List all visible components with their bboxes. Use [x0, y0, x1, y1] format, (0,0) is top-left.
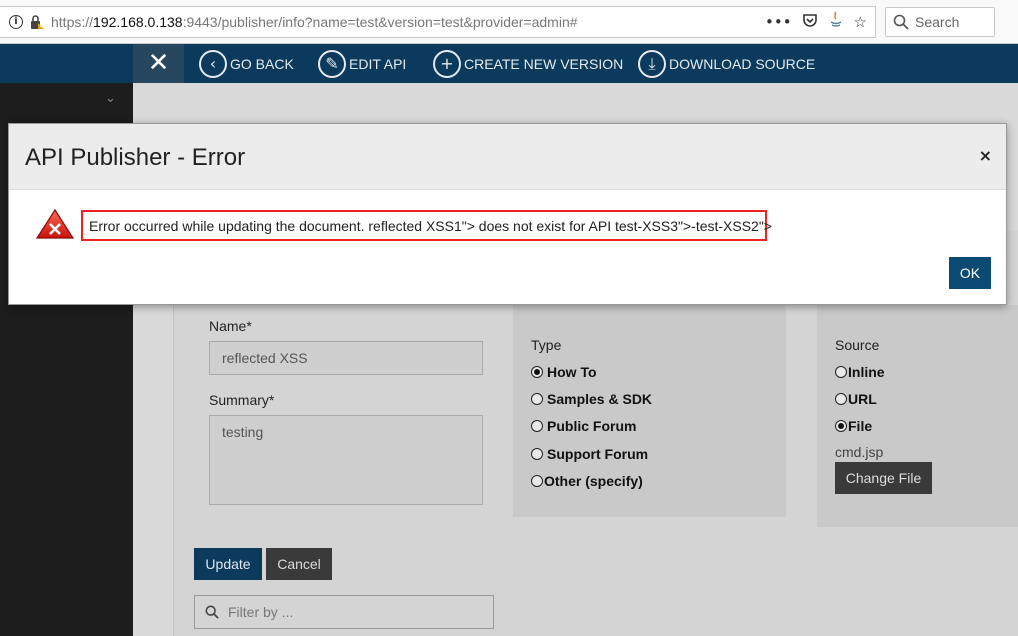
- edit-api-button[interactable]: ✎ EDIT API: [318, 44, 406, 83]
- radio-icon: [531, 393, 543, 405]
- error-modal: API Publisher - Error × Error occurred w…: [8, 123, 1007, 305]
- source-option-label: File: [848, 418, 873, 434]
- update-button[interactable]: Update: [194, 548, 262, 580]
- url-path: :9443/publisher/info?name=test&version=t…: [182, 14, 578, 30]
- pencil-circle-icon: ✎: [318, 49, 346, 78]
- file-name: cmd.jsp: [835, 444, 884, 460]
- search-icon: [205, 605, 219, 619]
- bookmark-star-icon[interactable]: ☆: [854, 13, 867, 31]
- type-option-other[interactable]: Other (specify): [531, 473, 643, 489]
- filter-input[interactable]: Filter by ...: [194, 595, 494, 629]
- type-option-support-forum[interactable]: Support Forum: [531, 446, 648, 462]
- download-source-label: DOWNLOAD SOURCE: [669, 55, 816, 72]
- source-option-url[interactable]: URL: [835, 391, 877, 407]
- change-file-button[interactable]: Change File: [835, 462, 932, 494]
- insecure-lock-icon[interactable]: [29, 14, 45, 30]
- type-label: Type: [531, 337, 562, 353]
- type-option-label: Samples & SDK: [547, 391, 653, 407]
- radio-checked-icon: [531, 366, 543, 378]
- url-bar[interactable]: i https://192.168.0.138:9443/publisher/i…: [0, 6, 876, 38]
- download-circle-icon: ⤓: [638, 49, 666, 78]
- source-option-inline[interactable]: Inline: [835, 364, 885, 380]
- error-message: Error occurred while updating the docume…: [81, 210, 772, 241]
- browser-search-box[interactable]: Search: [885, 7, 995, 37]
- app-header: ✕ ‹ GO BACK ✎ EDIT API + CREATE NEW VERS…: [0, 44, 1018, 83]
- source-option-label: URL: [848, 391, 877, 407]
- type-option-label: Other (specify): [544, 473, 643, 489]
- go-back-button[interactable]: ‹ GO BACK: [199, 44, 294, 83]
- radio-icon: [531, 448, 543, 460]
- search-label: Search: [915, 14, 960, 30]
- more-actions-icon[interactable]: •••: [765, 13, 792, 31]
- url-host: 192.168.0.138: [93, 14, 183, 30]
- modal-header: API Publisher - Error ×: [9, 124, 1006, 190]
- info-icon[interactable]: i: [9, 15, 23, 29]
- ok-button[interactable]: OK: [949, 257, 991, 289]
- edit-api-label: EDIT API: [349, 55, 407, 72]
- go-back-label: GO BACK: [230, 55, 294, 72]
- radio-icon: [531, 420, 543, 432]
- close-icon[interactable]: ×: [979, 146, 992, 165]
- browser-toolbar: i https://192.168.0.138:9443/publisher/i…: [0, 0, 1018, 44]
- radio-icon: [531, 475, 543, 487]
- type-option-label: How To: [547, 364, 597, 380]
- name-input[interactable]: reflected XSS: [209, 341, 483, 375]
- source-label: Source: [835, 337, 880, 353]
- url-text[interactable]: https://192.168.0.138:9443/publisher/inf…: [51, 14, 578, 30]
- chevron-down-icon[interactable]: ⌄: [105, 91, 116, 106]
- type-option-label: Public Forum: [547, 418, 637, 434]
- download-source-button[interactable]: ⤓ DOWNLOAD SOURCE: [638, 44, 815, 83]
- close-panel-icon[interactable]: ✕: [133, 44, 184, 83]
- source-option-label: Inline: [848, 364, 885, 380]
- radio-icon: [835, 393, 847, 405]
- name-label: Name*: [209, 318, 252, 334]
- url-scheme: https://: [51, 14, 94, 30]
- modal-title: API Publisher - Error: [25, 144, 246, 171]
- chevron-left-circle-icon: ‹: [199, 49, 227, 78]
- cancel-button[interactable]: Cancel: [266, 548, 332, 580]
- plus-circle-icon: +: [433, 49, 461, 78]
- summary-label: Summary*: [209, 392, 275, 408]
- type-option-how-to[interactable]: How To: [531, 364, 597, 380]
- radio-icon: [835, 366, 847, 378]
- type-option-public-forum[interactable]: Public Forum: [531, 418, 636, 434]
- radio-checked-icon: [835, 420, 847, 432]
- error-warning-icon: [35, 208, 75, 240]
- search-icon: [893, 14, 909, 30]
- create-new-version-button[interactable]: + CREATE NEW VERSION: [433, 44, 623, 83]
- type-option-label: Support Forum: [547, 446, 649, 462]
- type-option-samples[interactable]: Samples & SDK: [531, 391, 652, 407]
- create-new-version-label: CREATE NEW VERSION: [464, 55, 624, 72]
- pocket-icon[interactable]: [802, 12, 818, 32]
- java-icon[interactable]: [828, 11, 844, 33]
- summary-textarea[interactable]: testing: [209, 415, 483, 505]
- source-option-file[interactable]: File: [835, 418, 872, 434]
- filter-placeholder: Filter by ...: [228, 604, 294, 620]
